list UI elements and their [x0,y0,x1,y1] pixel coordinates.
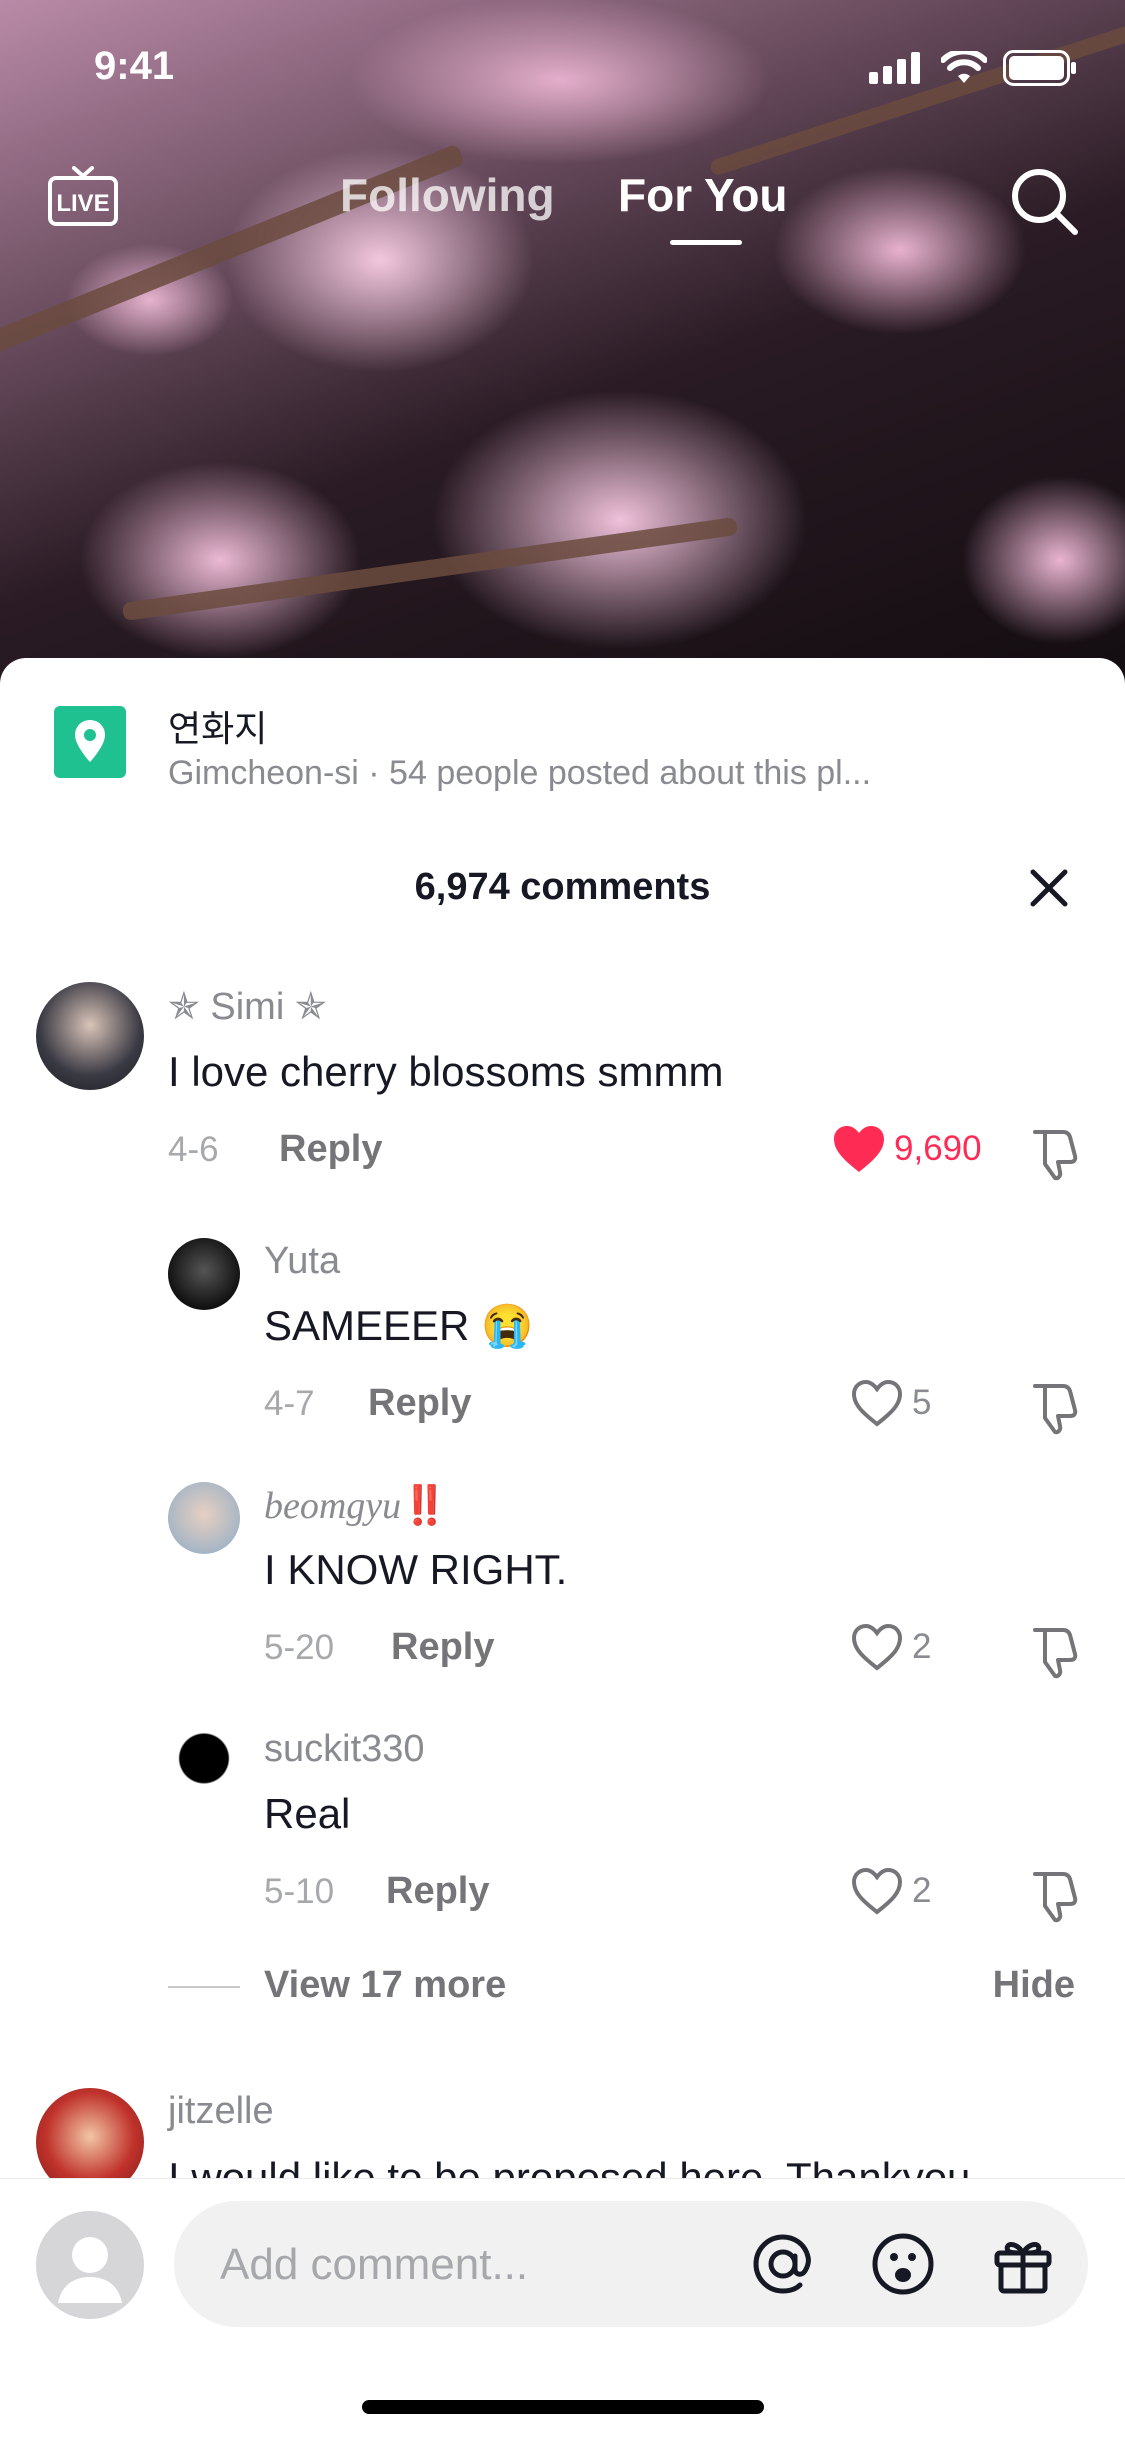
comment-author[interactable]: suckit330 [264,1728,425,1771]
comment-date: 4-6 [168,1130,219,1169]
default-user-icon [58,2237,122,2303]
status-time: 9:41 [94,44,175,88]
comment-author[interactable]: jitzelle [168,2090,274,2133]
branch-shape [708,19,1125,177]
signal-icon [869,52,920,84]
like-count: 2 [912,1627,932,1666]
divider-line [168,1986,240,1988]
avatar[interactable] [168,1482,240,1554]
comments-sheet: 연화지 Gimcheon-si · 54 people posted about… [0,658,1125,2436]
comment-text: I love cherry blossoms smmm [168,1048,724,1095]
close-icon[interactable] [1027,866,1071,910]
author-name: beomgyu [264,1485,402,1527]
reply-button[interactable]: Reply [279,1128,382,1171]
heart-outline-icon [851,1623,903,1671]
comment-date: 5-20 [264,1628,335,1667]
comment-input[interactable] [218,2201,702,2329]
comment-author[interactable]: beomgyu‼️ [264,1484,449,1528]
active-tab-indicator [670,240,742,245]
top-navigation: LIVE Following For You [0,160,1125,245]
view-more-replies-button[interactable]: View 17 more [264,1964,506,2007]
comment-text: Real [264,1790,351,1837]
svg-text:LIVE: LIVE [56,190,109,217]
comment-text: SAMEEER 😭 [264,1302,534,1349]
heart-filled-icon [834,1126,884,1172]
avatar[interactable] [168,1238,240,1310]
heart-outline-icon [851,1867,903,1915]
home-indicator[interactable] [362,2400,764,2414]
location-subtitle[interactable]: Gimcheon-si · 54 people posted about thi… [168,754,871,793]
location-name[interactable]: 연화지 [168,700,267,752]
like-button[interactable]: 9,690 [832,1124,982,1174]
mention-icon[interactable] [750,2231,816,2297]
status-icons [869,50,1077,86]
dislike-icon[interactable] [1025,1380,1081,1436]
avatar[interactable] [168,1726,240,1798]
video-background[interactable] [0,0,1125,700]
like-count: 2 [912,1871,932,1910]
reply-button[interactable]: Reply [368,1382,471,1425]
dislike-icon[interactable] [1025,1868,1081,1924]
live-tv-icon[interactable]: LIVE [46,166,120,228]
battery-icon [1003,50,1076,86]
like-button[interactable]: 2 [850,1866,931,1916]
status-bar: 9:41 [0,44,1125,94]
comments-count: 6,974 comments [414,866,711,908]
like-count: 5 [912,1383,932,1422]
wifi-icon [941,51,987,83]
comment-text: I KNOW RIGHT. [264,1546,568,1593]
dislike-icon[interactable] [1025,1126,1081,1182]
gift-icon[interactable] [990,2231,1056,2297]
dislike-icon[interactable] [1025,1624,1081,1680]
branch-shape [121,516,739,622]
hide-replies-button[interactable]: Hide [993,1964,1075,2007]
reply-button[interactable]: Reply [386,1870,489,1913]
comment-author[interactable]: ✯ Simi ✯ [168,984,327,1029]
comment-date: 4-7 [264,1384,315,1423]
my-avatar[interactable] [36,2211,144,2319]
reply-button[interactable]: Reply [391,1626,494,1669]
emoji-icon[interactable] [870,2231,936,2297]
like-button[interactable]: 2 [850,1622,931,1672]
heart-outline-icon [851,1379,903,1427]
location-pin-icon[interactable] [54,706,126,778]
author-badge: ‼️ [401,1485,449,1527]
avatar[interactable] [36,982,144,1090]
comment-author[interactable]: Yuta [264,1240,340,1283]
tab-following[interactable]: Following [340,168,555,222]
search-icon[interactable] [1009,166,1079,236]
comment-date: 5-10 [264,1872,335,1911]
like-count: 9,690 [894,1129,982,1168]
like-button[interactable]: 5 [850,1378,931,1428]
comment-composer [0,2178,1125,2437]
tab-for-you[interactable]: For You [618,168,788,222]
comment-input-container [174,2201,1088,2329]
